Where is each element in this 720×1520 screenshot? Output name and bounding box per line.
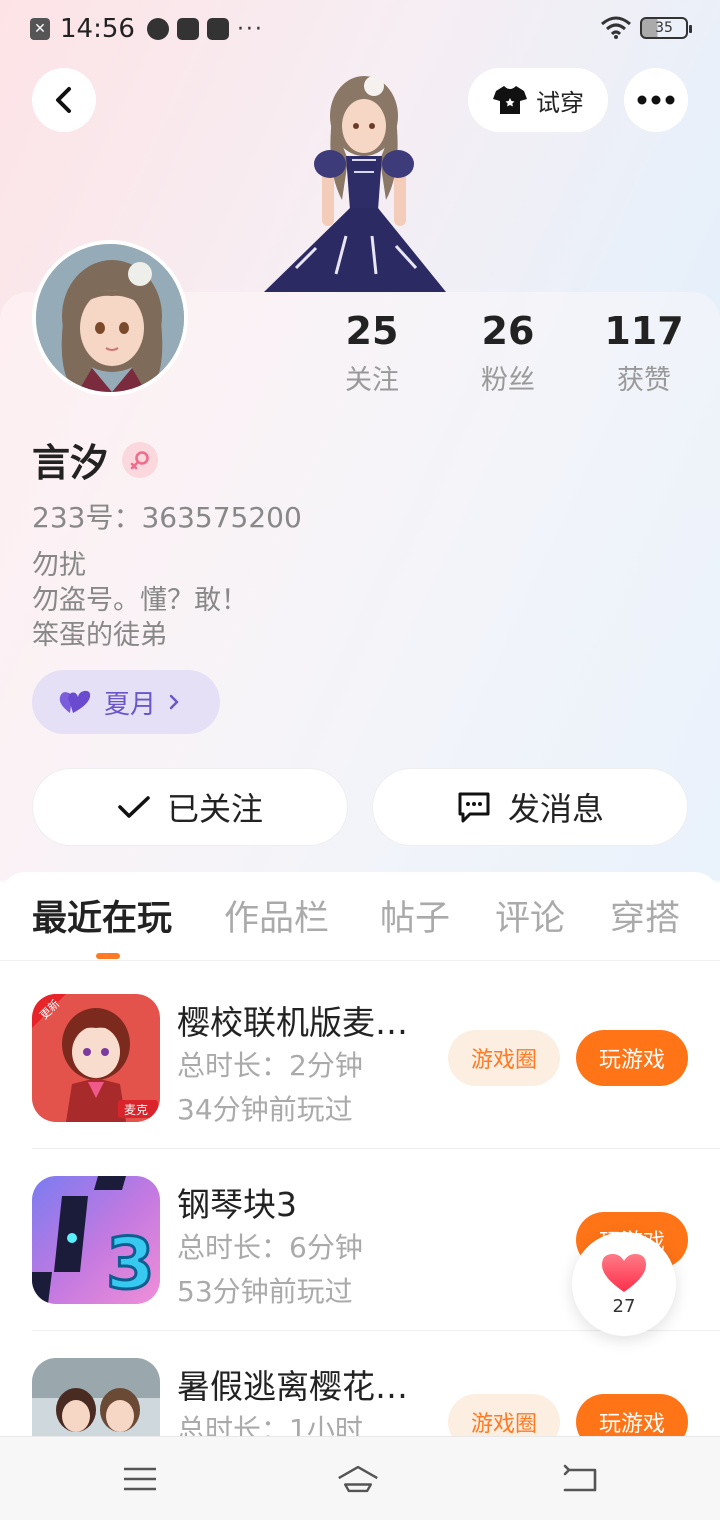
system-navigation-bar <box>0 1436 720 1520</box>
following-count: 25 <box>345 309 399 353</box>
back-button[interactable] <box>32 68 96 132</box>
name-row: 言汐 <box>32 432 159 487</box>
followed-button[interactable]: 已关注 <box>32 768 348 846</box>
menu-button[interactable] <box>118 1461 162 1497</box>
tab-works[interactable]: 作品栏 <box>224 890 329 941</box>
bio-line: 笨蛋的徒弟 <box>32 620 167 651</box>
profile-tabs: 最近在玩 作品栏 帖子 评论 穿搭 <box>0 890 720 960</box>
game-title[interactable]: 樱校联机版麦… <box>177 996 427 1044</box>
followed-label: 已关注 <box>166 790 263 828</box>
game-icon[interactable] <box>32 1358 160 1436</box>
menu-icon <box>124 1467 156 1491</box>
notification-icon: ✕ <box>30 18 50 40</box>
tab-recently-played[interactable]: 最近在玩 <box>32 890 172 941</box>
game-icon[interactable]: 更新 麦克 <box>32 994 160 1122</box>
game-icon[interactable]: 3 <box>32 1176 160 1304</box>
heart-icon <box>602 1253 646 1292</box>
bio-line: 勿盗号。懂？敢！ <box>32 585 248 616</box>
user-id: 233号：363575200 <box>32 501 302 534</box>
app-notification-icon <box>206 18 229 40</box>
home-button[interactable] <box>336 1461 380 1497</box>
play-game-button[interactable]: 玩游戏 <box>576 1394 688 1436</box>
try-on-button[interactable]: 试穿 <box>468 68 608 132</box>
game-last-played: 53分钟前玩过 <box>177 1275 353 1308</box>
home-icon <box>338 1465 378 1493</box>
tshirt-icon <box>493 86 527 114</box>
icon-badge-maike: 麦克 <box>124 1103 148 1117</box>
wifi-icon <box>601 16 631 39</box>
game-title[interactable]: 钢琴块3 <box>177 1178 427 1226</box>
following-stat[interactable]: 25 关注 <box>304 308 440 397</box>
tab-outfits[interactable]: 穿搭 <box>610 890 680 941</box>
followers-stat[interactable]: 26 粉丝 <box>440 308 576 397</box>
likes-label: 获赞 <box>617 365 671 396</box>
status-bar: ✕ 14:56 ··· 35 <box>0 0 720 58</box>
followers-label: 粉丝 <box>481 365 535 396</box>
game-circle-button[interactable]: 游戏圈 <box>448 1030 560 1086</box>
followers-count: 26 <box>481 309 535 353</box>
game-duration: 总时长：6分钟 <box>177 1231 363 1264</box>
avatar[interactable] <box>32 240 188 396</box>
active-tab-indicator <box>96 953 120 959</box>
send-message-label: 发消息 <box>507 790 604 828</box>
divider <box>32 1148 720 1149</box>
more-notifications-icon: ··· <box>236 16 264 42</box>
avatar-image <box>36 244 184 392</box>
following-label: 关注 <box>345 365 399 396</box>
like-button[interactable]: 27 <box>572 1232 676 1336</box>
like-count: 27 <box>612 1295 636 1317</box>
mail-app-icon <box>176 18 199 40</box>
character-figure[interactable] <box>256 60 466 292</box>
user-name: 言汐 <box>32 441 109 485</box>
return-icon <box>563 1464 597 1492</box>
game-last-played: 34分钟前玩过 <box>177 1093 353 1126</box>
female-icon <box>122 441 159 478</box>
likes-count: 117 <box>604 309 684 353</box>
battery-icon: 35 <box>640 17 692 39</box>
chevron-left-icon <box>56 87 71 113</box>
game-duration: 总时长：2分钟 <box>177 1049 363 1082</box>
cp-badge[interactable]: 夏月 <box>32 670 220 734</box>
cp-name: 夏月 <box>104 689 157 720</box>
play-game-button[interactable]: 玩游戏 <box>576 1030 688 1086</box>
chevron-right-icon <box>169 694 179 710</box>
double-heart-icon <box>59 690 91 713</box>
tab-posts[interactable]: 帖子 <box>380 890 450 941</box>
video-app-icon <box>146 18 169 40</box>
more-dots-icon <box>637 95 675 105</box>
bio-line: 勿扰 <box>32 550 86 581</box>
divider <box>0 960 720 961</box>
chat-bubble-icon <box>458 792 490 823</box>
user-bio: 勿扰 勿盗号。懂？敢！ 笨蛋的徒弟 <box>32 548 248 653</box>
back-nav-button[interactable] <box>558 1461 602 1497</box>
tab-comments[interactable]: 评论 <box>495 890 565 941</box>
game-circle-button[interactable]: 游戏圈 <box>448 1394 560 1436</box>
more-options-button[interactable] <box>624 68 688 132</box>
status-time: 14:56 <box>60 14 135 44</box>
profile-stats: 25 关注 26 粉丝 117 获赞 <box>304 308 712 397</box>
send-message-button[interactable]: 发消息 <box>372 768 688 846</box>
check-icon <box>118 796 150 818</box>
try-on-label: 试穿 <box>536 88 584 117</box>
likes-stat[interactable]: 117 获赞 <box>576 308 712 397</box>
icon-number: 3 <box>106 1223 155 1304</box>
game-title[interactable]: 暑假逃离樱花… <box>177 1360 427 1408</box>
game-duration: 总时长：1小时 <box>177 1413 363 1436</box>
game-row[interactable]: 暑假逃离樱花… 总时长：1小时 游戏圈 玩游戏 <box>32 1358 688 1436</box>
